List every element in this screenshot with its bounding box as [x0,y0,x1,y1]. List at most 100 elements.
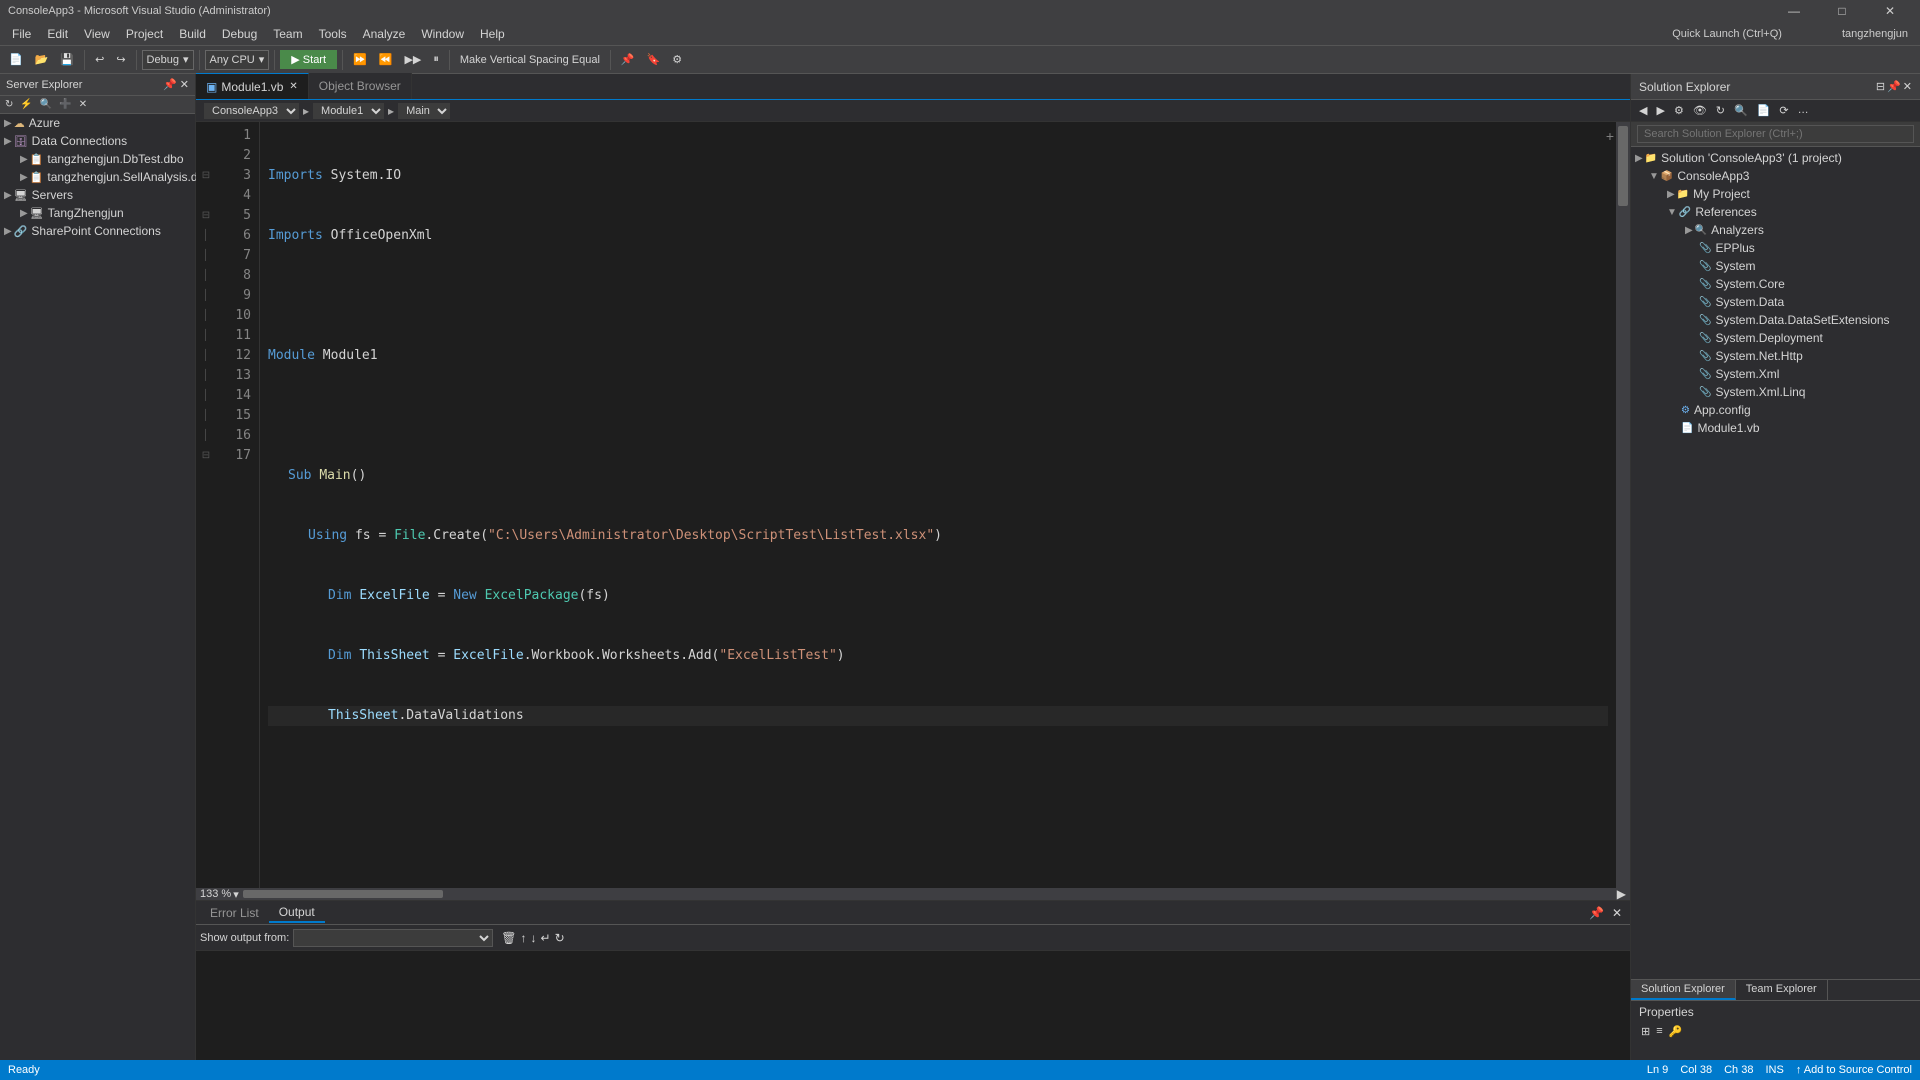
sol-search-input[interactable] [1637,125,1914,143]
toolbar-undo[interactable]: ↩ [90,50,109,69]
menu-window[interactable]: Window [413,25,472,43]
se-item-azure[interactable]: ▶ ☁ Azure [0,114,195,132]
status-add-source[interactable]: ↑ Add to Source Control [1796,1064,1912,1076]
output-wrap[interactable]: ↵ [541,931,551,945]
gutter-collapse-3[interactable]: ⊟ [196,166,216,186]
sol-tb-sync[interactable]: ⟳ [1775,102,1792,119]
se-filter[interactable]: 🔍 [37,98,55,111]
menu-file[interactable]: File [4,25,39,43]
debug-mode-dropdown[interactable]: Debug ▾ [142,50,194,70]
sol-item-module1vb[interactable]: 📄 Module1.vb [1631,419,1920,437]
tab-module1vb[interactable]: ▣ Module1.vb ✕ [196,73,309,99]
menu-analyze[interactable]: Analyze [355,25,414,43]
sol-tb-showall[interactable]: 👁 [1689,102,1711,119]
sol-item-analyzers[interactable]: ▶ 🔍 Analyzers [1631,221,1920,239]
menu-debug[interactable]: Debug [214,25,265,43]
tab-object-browser[interactable]: Object Browser [309,73,412,99]
toolbar-btn2[interactable]: ⏪ [374,50,398,69]
menu-tools[interactable]: Tools [311,25,355,43]
toolbar-extra2[interactable]: 🔖 [642,50,666,69]
breadcrumb-method[interactable]: Main [398,103,450,119]
menu-project[interactable]: Project [118,25,171,43]
toolbar-save[interactable]: 💾 [55,50,79,69]
add-code-button[interactable]: + [1606,128,1614,144]
sol-explorer-pin[interactable]: 📌 [1887,80,1901,93]
output-btn2[interactable]: ↓ [531,931,537,945]
menu-view[interactable]: View [76,25,118,43]
se-item-sellanalysis[interactable]: ▶ 📋 tangzhengjun.SellAnalysis.dbo [0,168,195,186]
menu-team[interactable]: Team [265,25,310,43]
se-delete[interactable]: ✕ [76,98,90,111]
output-close[interactable]: ✕ [1608,906,1626,920]
toolbar-extra3[interactable]: ⚙ [667,50,687,69]
sol-item-system-core[interactable]: 📎 System.Core [1631,275,1920,293]
tab-close-module1[interactable]: ✕ [289,81,297,92]
sol-item-myproject[interactable]: ▶ 📁 My Project [1631,185,1920,203]
sol-tb-properties[interactable]: ⚙ [1670,102,1688,119]
prop-tb-list[interactable]: ≡ [1654,1023,1664,1040]
scroll-thumb-h[interactable] [243,890,443,898]
sol-item-app-config[interactable]: ⚙ App.config [1631,401,1920,419]
output-pin[interactable]: 📌 [1585,906,1608,920]
output-clear[interactable]: 🗑 [501,931,516,945]
maximize-button[interactable]: □ [1820,0,1864,22]
toolbar-btn4[interactable]: ⏸ [428,50,444,69]
se-item-dbtest[interactable]: ▶ 📋 tangzhengjun.DbTest.dbo [0,150,195,168]
code-content[interactable]: Imports System.IO Imports OfficeOpenXml … [260,122,1616,888]
close-button[interactable]: ✕ [1868,0,1912,22]
start-button[interactable]: ▶ Start [280,50,337,69]
sol-item-system-xml-linq[interactable]: 📎 System.Xml.Linq [1631,383,1920,401]
sol-tab-solution-explorer[interactable]: Solution Explorer [1631,980,1736,1000]
toolbar-new[interactable]: 📄 [4,50,28,69]
sol-item-system-data-dse[interactable]: 📎 System.Data.DataSetExtensions [1631,311,1920,329]
se-item-servers[interactable]: ▶ 🖥 Servers [0,186,195,204]
zoom-down[interactable]: ▾ [233,888,239,901]
scroll-right-arrow[interactable]: ▶ [1613,887,1630,901]
sol-tb-preview[interactable]: 📄 [1753,102,1775,119]
tab-error-list[interactable]: Error List [200,904,269,922]
editor-horizontal-scrollbar[interactable]: 133 % ▾ ▶ [196,888,1630,900]
se-refresh[interactable]: ↻ [2,98,16,111]
output-btn1[interactable]: ↑ [521,931,527,945]
tab-output[interactable]: Output [269,903,325,923]
sol-item-solution[interactable]: ▶ 📁 Solution 'ConsoleApp3' (1 project) [1631,149,1920,167]
menu-help[interactable]: Help [472,25,513,43]
server-explorer-close[interactable]: ✕ [180,78,189,91]
sol-item-system-deployment[interactable]: 📎 System.Deployment [1631,329,1920,347]
sol-item-system-xml[interactable]: 📎 System.Xml [1631,365,1920,383]
sol-tb-more[interactable]: … [1794,102,1813,119]
toolbar-spacing[interactable]: Make Vertical Spacing Equal [455,51,605,69]
cpu-dropdown[interactable]: Any CPU ▾ [205,50,270,70]
breadcrumb-module[interactable]: Module1 [313,103,384,119]
se-add[interactable]: ➕ [56,98,74,111]
scroll-track-h[interactable] [243,888,1613,900]
se-connect[interactable]: ⚡ [17,98,35,111]
sol-item-consoleapp3[interactable]: ▼ 📦 ConsoleApp3 [1631,167,1920,185]
prop-tb-sort[interactable]: 🔑 [1667,1023,1685,1040]
toolbar-redo[interactable]: ↪ [111,50,130,69]
server-explorer-pin[interactable]: 📌 [163,78,177,91]
sol-item-epplus[interactable]: 📎 EPPlus [1631,239,1920,257]
sol-explorer-collapse-all[interactable]: ⊟ [1876,80,1885,93]
prop-tb-grid[interactable]: ⊞ [1639,1023,1652,1040]
breadcrumb-project[interactable]: ConsoleApp3 [204,103,299,119]
menu-edit[interactable]: Edit [39,25,76,43]
sol-item-system-data[interactable]: 📎 System.Data [1631,293,1920,311]
sol-explorer-close[interactable]: ✕ [1903,80,1912,93]
editor-vertical-scrollbar[interactable] [1616,122,1630,888]
toolbar-open[interactable]: 📂 [30,50,54,69]
sol-tb-filter[interactable]: 🔍 [1730,102,1752,119]
toolbar-extra1[interactable]: 📌 [616,50,640,69]
minimize-button[interactable]: — [1772,0,1816,22]
sol-item-system[interactable]: 📎 System [1631,257,1920,275]
se-item-data-connections[interactable]: ▶ 🗄 Data Connections [0,132,195,150]
se-item-tangzhengjun[interactable]: ▶ 🖥 TangZhengjun [0,204,195,222]
sol-tb-back[interactable]: ◀ [1635,102,1651,119]
show-output-from-select[interactable] [293,929,493,947]
toolbar-btn1[interactable]: ⏩ [348,50,372,69]
output-refresh[interactable]: ↻ [555,931,565,945]
sol-item-system-net-http[interactable]: 📎 System.Net.Http [1631,347,1920,365]
sol-tb-forward[interactable]: ▶ [1652,102,1668,119]
sol-tb-refresh[interactable]: ↻ [1712,102,1729,119]
sol-item-references[interactable]: ▼ 🔗 References [1631,203,1920,221]
